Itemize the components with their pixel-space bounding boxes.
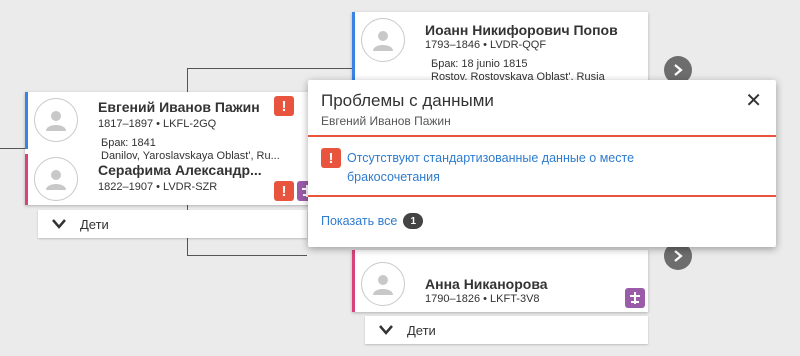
issue-alert-icon: ! [321, 148, 341, 168]
separator-top [308, 135, 776, 137]
children-toggle-bottom-right[interactable]: Дети [365, 316, 648, 344]
issue-count-badge: 1 [403, 213, 424, 229]
person-name[interactable]: Евгений Иванов Пажин [98, 99, 260, 115]
chevron-down-icon [52, 219, 66, 229]
chevron-right-icon [674, 64, 683, 76]
connector-left-stub [0, 148, 26, 149]
popup-title: Проблемы с данными [321, 91, 494, 110]
couple-card-left: Евгений Иванов Пажин 1817–1897 • LKFL-2G… [25, 92, 319, 205]
chevron-down-icon [379, 325, 393, 335]
person-husband-top-right[interactable]: Иоанн Никифорович Попов 1793–1846 • LVDR… [352, 12, 648, 83]
show-all-label[interactable]: Показать все [321, 214, 397, 228]
children-label: Дети [80, 216, 109, 232]
person-lifespan-id: 1822–1907 • LVDR-SZR [98, 181, 218, 193]
avatar-female-icon [361, 262, 405, 306]
person-lifespan-id: 1790–1826 • LKFT-3V8 [425, 293, 540, 305]
popup-subtitle: Евгений Иванов Пажин [321, 114, 451, 128]
person-lifespan-id: 1817–1897 • LKFL-2GQ [98, 118, 217, 130]
couple-card-top-right: Иоанн Никифорович Попов 1793–1846 • LVDR… [352, 12, 648, 83]
person-wife-left[interactable]: Серафима Александр... 1822–1907 • LVDR-S… [25, 154, 319, 205]
show-all-link[interactable]: Показать все 1 [321, 213, 424, 229]
avatar-male-icon [34, 98, 78, 142]
record-hint-icon[interactable] [625, 288, 645, 308]
avatar-male-icon [361, 18, 405, 62]
close-icon[interactable]: ✕ [745, 88, 762, 113]
person-name[interactable]: Иоанн Никифорович Попов [425, 22, 618, 38]
separator-bottom [308, 195, 776, 197]
avatar-female-icon [34, 157, 78, 201]
connector-bottom [187, 255, 307, 256]
data-problems-popup: Проблемы с данными Евгений Иванов Пажин … [308, 80, 776, 247]
marriage-date: Брак: 18 junio 1815 [431, 58, 528, 70]
marriage-date: Брак: 1841 [101, 137, 156, 149]
person-name[interactable]: Анна Никанорова [425, 276, 548, 292]
connector-top [187, 68, 353, 69]
data-problem-alert-icon[interactable]: ! [274, 96, 294, 116]
person-wife-bottom-right[interactable]: Анна Никанорова 1790–1826 • LKFT-3V8 [352, 250, 648, 312]
issue-link[interactable]: Отсутствуют стандартизованные данные о м… [347, 149, 687, 187]
couple-card-bottom-right: Анна Никанорова 1790–1826 • LKFT-3V8 [352, 250, 648, 312]
person-name[interactable]: Серафима Александр... [98, 162, 262, 178]
chevron-right-icon [674, 250, 683, 262]
children-label: Дети [407, 322, 436, 338]
data-problem-alert-icon[interactable]: ! [274, 181, 294, 201]
children-toggle-left[interactable]: Дети [38, 210, 307, 238]
person-lifespan-id: 1793–1846 • LVDR-QQF [425, 39, 547, 51]
